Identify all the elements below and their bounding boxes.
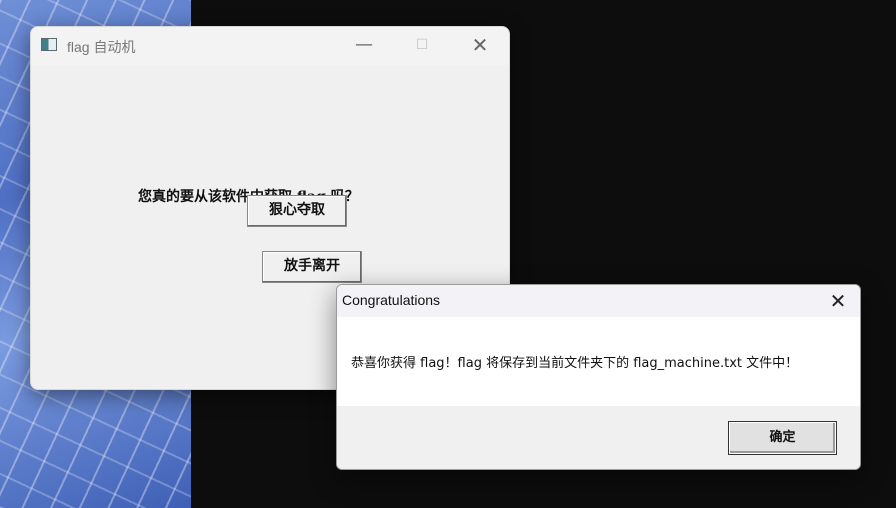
app-icon xyxy=(41,38,57,51)
dialog-close-button[interactable]: ✕ xyxy=(824,288,852,314)
leave-button[interactable]: 放手离开 xyxy=(262,251,362,283)
window-titlebar[interactable]: flag 自动机 — ☐ ✕ xyxy=(31,27,509,65)
close-button[interactable]: ✕ xyxy=(451,27,509,65)
window-title: flag 自动机 xyxy=(67,39,136,55)
dialog-message: 恭喜你获得 flag！flag 将保存到当前文件夹下的 flag_machine… xyxy=(351,356,799,371)
ok-button[interactable]: 确定 xyxy=(728,421,837,455)
minimize-button[interactable]: — xyxy=(335,27,393,65)
dialog-titlebar[interactable]: Congratulations ✕ xyxy=(337,285,860,317)
congratulations-dialog: Congratulations ✕ 恭喜你获得 flag！flag 将保存到当前… xyxy=(336,284,861,470)
dialog-title: Congratulations xyxy=(342,292,441,308)
maximize-button[interactable]: ☐ xyxy=(393,27,451,65)
take-button[interactable]: 狠心夺取 xyxy=(247,195,347,227)
